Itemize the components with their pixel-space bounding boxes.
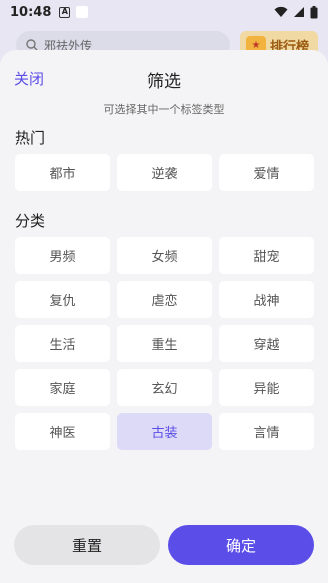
status-time: 10:48 — [10, 4, 52, 20]
hot-tag[interactable]: 都市 — [15, 154, 110, 191]
category-tag[interactable]: 神医 — [15, 413, 110, 450]
category-section-title: 分类 — [15, 212, 46, 230]
category-tag[interactable]: 虐恋 — [117, 281, 212, 318]
category-tag[interactable]: 重生 — [117, 325, 212, 362]
system-icons — [274, 5, 318, 19]
category-tag[interactable]: 玄幻 — [117, 369, 212, 406]
confirm-button[interactable]: 确定 — [168, 525, 314, 565]
signal-icon — [294, 7, 304, 17]
category-tag[interactable]: 异能 — [219, 369, 314, 406]
category-tag[interactable]: 生活 — [15, 325, 110, 362]
category-tag[interactable]: 复仇 — [15, 281, 110, 318]
sheet-subtitle: 可选择其中一个标签类型 — [103, 103, 225, 116]
app-notification-icon: A — [59, 6, 71, 18]
sheet-title: 筛选 — [147, 72, 181, 92]
wifi-icon — [274, 6, 288, 17]
hot-tag[interactable]: 逆袭 — [117, 154, 212, 191]
category-tag[interactable]: 穿越 — [219, 325, 314, 362]
hot-tag[interactable]: 爱情 — [219, 154, 314, 191]
category-tag[interactable]: 女频 — [117, 237, 212, 274]
category-tag[interactable]: 男频 — [15, 237, 110, 274]
category-tag[interactable]: 家庭 — [15, 369, 110, 406]
category-tag[interactable]: 战神 — [219, 281, 314, 318]
category-tag-selected[interactable]: 古装 — [117, 413, 212, 450]
status-bar: 10:48 A — [0, 0, 328, 24]
battery-icon — [310, 5, 318, 18]
category-tag[interactable]: 甜宠 — [219, 237, 314, 274]
notification-icons: A — [59, 6, 89, 18]
filter-sheet: 关闭 筛选 可选择其中一个标签类型 热门 都市 逆袭 爱情 分类 男频 女频 甜… — [0, 50, 328, 583]
hot-section-title: 热门 — [15, 129, 46, 147]
reset-button[interactable]: 重置 — [14, 525, 160, 565]
app-notification-icon-2 — [76, 6, 89, 18]
category-tag[interactable]: 言情 — [219, 413, 314, 450]
